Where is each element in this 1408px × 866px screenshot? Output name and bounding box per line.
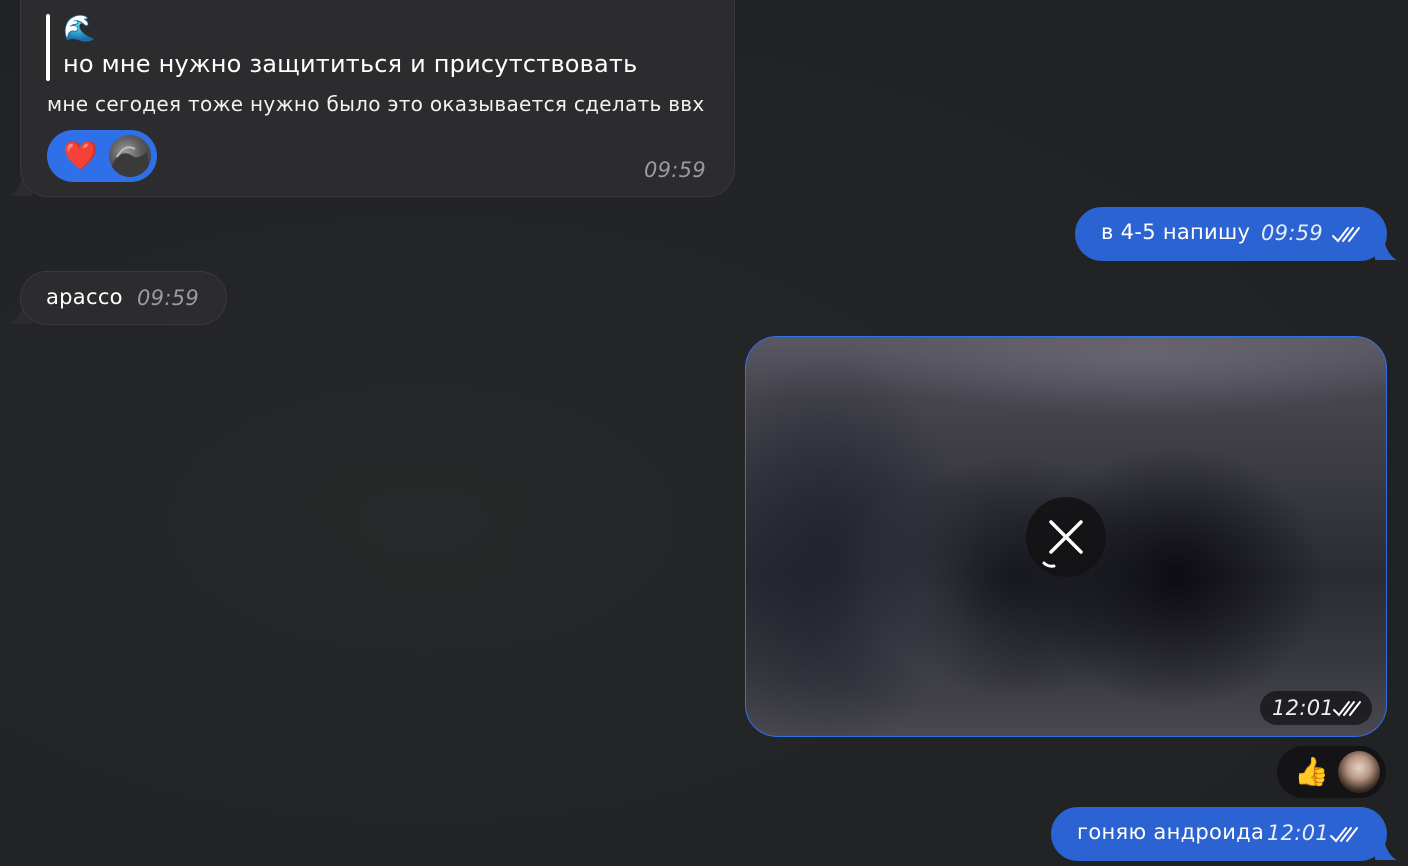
message-text: в 4-5 напишу: [1101, 220, 1251, 244]
double-check-icon: [1333, 701, 1361, 717]
thumbs-up-icon: 👍: [1294, 755, 1329, 788]
wave-image-icon: [109, 146, 151, 177]
close-icon: [1042, 520, 1083, 568]
double-check-icon: [1330, 827, 1358, 843]
quoted-text[interactable]: но мне нужно защититься и присутствовать: [63, 50, 637, 78]
avatar: [1338, 751, 1380, 793]
message-time: 12:01: [1272, 696, 1335, 720]
reaction-chip[interactable]: 👍: [1277, 746, 1386, 798]
heart-icon: ❤️: [63, 139, 98, 172]
message-time: 09:59: [137, 286, 200, 310]
quote-bar: [46, 14, 50, 81]
media-message[interactable]: 12:01: [745, 336, 1387, 737]
message-time: 09:59: [1261, 221, 1324, 245]
message-text: мне сегодея тоже нужно было это оказывае…: [47, 92, 705, 116]
media-time-badge: 12:01: [1260, 691, 1372, 725]
avatar: [109, 135, 151, 177]
message-text: гоняю андроида: [1077, 820, 1265, 844]
outgoing-message[interactable]: в 4-5 напишу 09:59: [1075, 207, 1387, 261]
incoming-message[interactable]: 🌊 но мне нужно защититься и присутствова…: [20, 0, 735, 197]
cancel-download-button[interactable]: [1026, 497, 1106, 577]
message-time: 09:59: [643, 158, 706, 182]
wave-emoji: 🌊: [63, 14, 96, 44]
outgoing-message[interactable]: гоняю андроида 12:01: [1051, 807, 1387, 861]
message-text: арассо: [46, 285, 123, 309]
message-time: 12:01: [1267, 821, 1330, 845]
chat-history: 🌊 но мне нужно защититься и присутствова…: [0, 0, 1408, 866]
double-check-icon: [1332, 227, 1360, 243]
incoming-message[interactable]: арассо 09:59: [20, 271, 227, 325]
reaction-chip[interactable]: ❤️: [47, 130, 157, 182]
